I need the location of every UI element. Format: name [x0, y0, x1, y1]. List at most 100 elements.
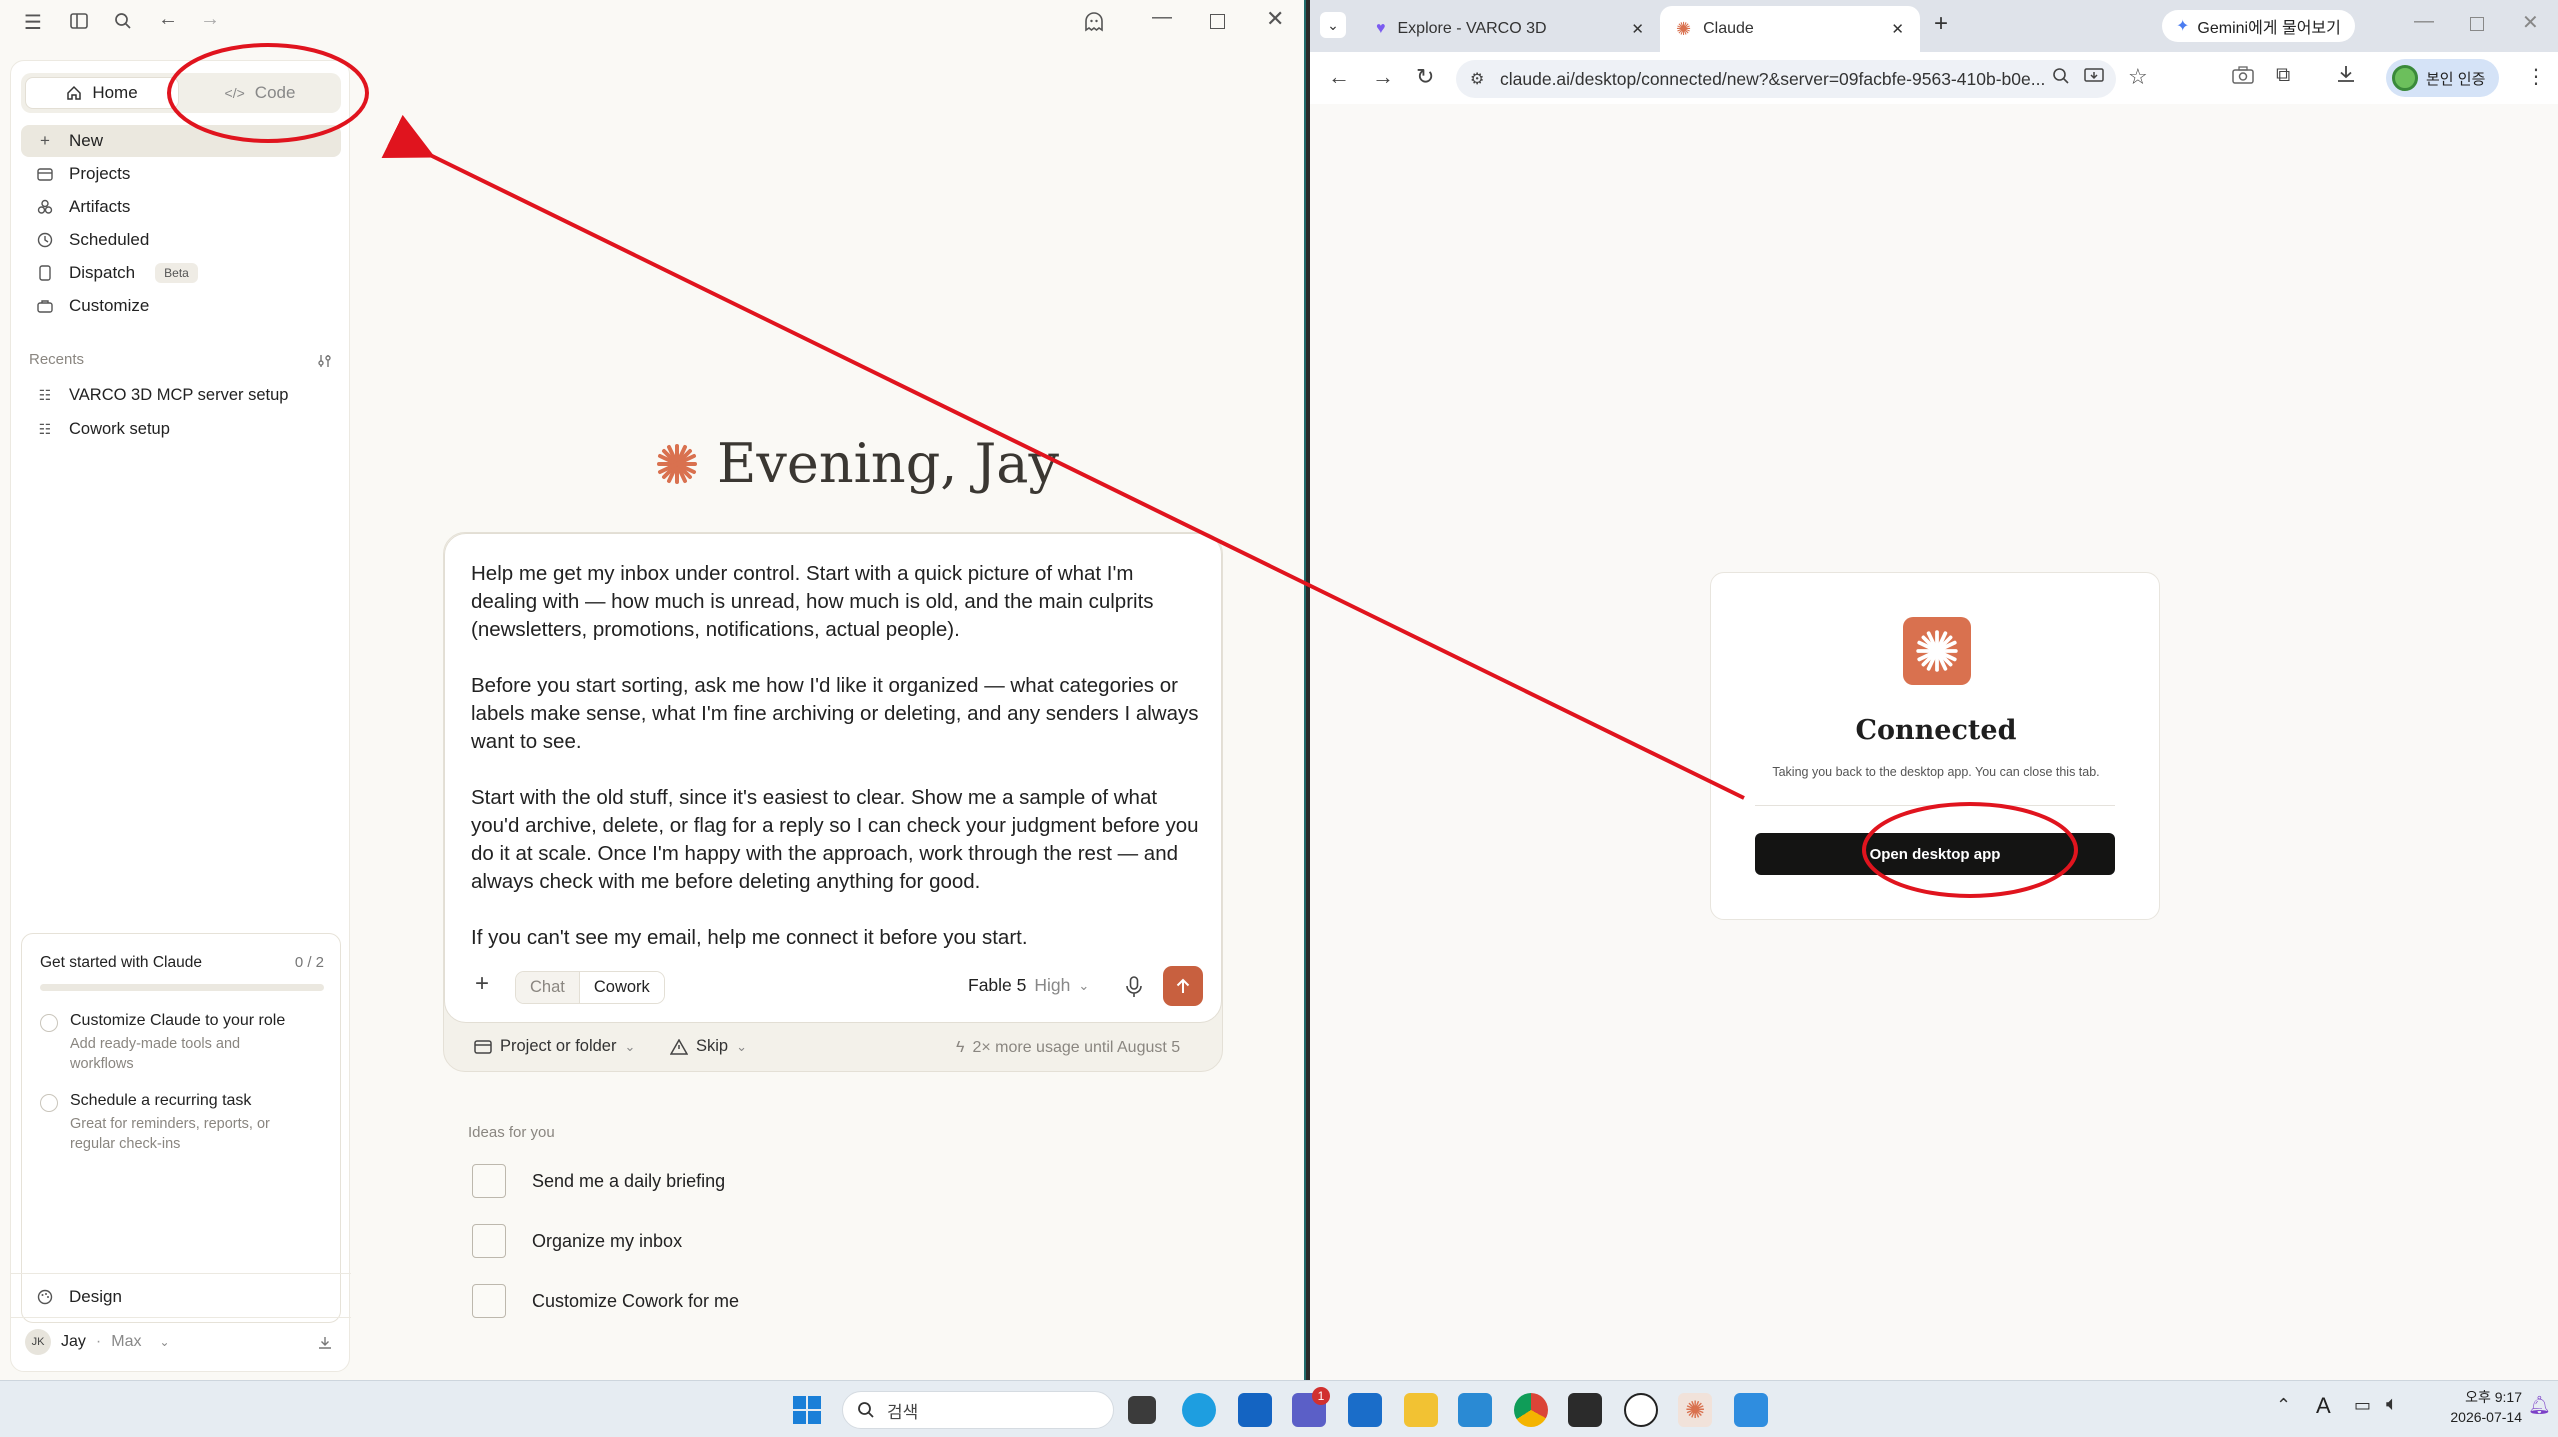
- home-icon: [67, 85, 82, 100]
- tab-close-icon[interactable]: ✕: [1631, 20, 1644, 38]
- sidebar-item-projects[interactable]: Projects: [21, 158, 341, 190]
- windows-start-icon[interactable]: [792, 1395, 822, 1425]
- network-icon[interactable]: ▭: [2354, 1395, 2371, 1416]
- chevron-down-icon: ⌄: [1078, 977, 1090, 993]
- file-explorer-icon[interactable]: [1404, 1393, 1438, 1427]
- project-folder-label: Project or folder: [500, 1037, 617, 1055]
- claude-logo-icon: [1903, 617, 1971, 685]
- briefing-icon: [472, 1164, 506, 1198]
- model-selector[interactable]: Fable 5 High ⌄: [968, 975, 1089, 996]
- skip-selector[interactable]: Skip ⌄: [670, 1037, 747, 1056]
- taskbar-search[interactable]: 검색: [842, 1391, 1114, 1429]
- idea-item[interactable]: Send me a daily briefing: [472, 1164, 725, 1198]
- sidebar-item-dispatch[interactable]: Dispatch Beta: [21, 257, 341, 289]
- prompt-input[interactable]: Help me get my inbox under control. Star…: [471, 560, 1201, 952]
- address-bar[interactable]: ⚙ claude.ai/desktop/connected/new?&serve…: [1456, 60, 2116, 98]
- ghost-icon[interactable]: [1082, 10, 1106, 34]
- idea-label: Customize Cowork for me: [532, 1290, 740, 1311]
- project-folder-selector[interactable]: Project or folder ⌄: [474, 1037, 635, 1056]
- idea-item[interactable]: Organize my inbox: [472, 1224, 682, 1258]
- ideas-heading: Ideas for you: [468, 1124, 555, 1141]
- sidebar-toggle-icon[interactable]: [70, 12, 88, 30]
- sidebar-item-scheduled[interactable]: Scheduled: [21, 224, 341, 256]
- maximize-icon[interactable]: [1210, 14, 1225, 29]
- chrome-icon[interactable]: [1514, 1393, 1548, 1427]
- bookmark-star-icon[interactable]: ☆: [2128, 64, 2148, 90]
- filter-icon[interactable]: [317, 353, 333, 369]
- forward-arrow-icon[interactable]: →: [1372, 64, 1394, 90]
- task-view-icon[interactable]: [1128, 1396, 1156, 1424]
- sidebar-item-design[interactable]: Design: [21, 1281, 341, 1313]
- zoom-icon[interactable]: [2052, 67, 2070, 85]
- search-icon: [858, 1402, 874, 1418]
- checkbox-circle[interactable]: [40, 1014, 58, 1032]
- profile-button[interactable]: 본인 인증: [2386, 59, 2500, 97]
- teams-icon[interactable]: 1: [1292, 1387, 1330, 1427]
- tab-home[interactable]: Home: [25, 77, 179, 109]
- outlook-icon[interactable]: [1348, 1393, 1382, 1427]
- add-attachment-icon[interactable]: +: [475, 970, 489, 998]
- back-arrow-icon[interactable]: ←: [158, 8, 178, 31]
- reload-icon[interactable]: ↻: [1416, 64, 1434, 90]
- store-icon[interactable]: [1238, 1393, 1272, 1427]
- download-icon[interactable]: [317, 1335, 333, 1351]
- maximize-icon[interactable]: [2470, 17, 2484, 31]
- browser-toolbar: ← → ↻ ⚙ claude.ai/desktop/connected/new?…: [1310, 52, 2558, 104]
- forward-arrow-icon[interactable]: →: [200, 8, 220, 31]
- new-tab-icon[interactable]: +: [1934, 10, 1948, 38]
- get-started-item-title[interactable]: Schedule a recurring task: [70, 1092, 251, 1110]
- close-icon[interactable]: ✕: [1266, 6, 1284, 32]
- skip-label: Skip: [696, 1037, 729, 1055]
- edge-icon[interactable]: [1182, 1393, 1216, 1427]
- search-icon[interactable]: [114, 12, 132, 30]
- tab-close-icon[interactable]: ✕: [1891, 20, 1904, 38]
- recent-item[interactable]: ☷ VARCO 3D MCP server setup: [21, 379, 341, 411]
- chevron-up-icon[interactable]: ⌃: [2276, 1395, 2291, 1416]
- extensions-icon[interactable]: ⧉: [2276, 64, 2290, 87]
- site-info-icon[interactable]: ⚙: [1470, 69, 1484, 89]
- open-desktop-app-button[interactable]: Open desktop app: [1755, 833, 2115, 875]
- microphone-icon[interactable]: [1125, 976, 1143, 998]
- gemini-button-label: Gemini에게 물어보기: [2197, 20, 2341, 37]
- install-app-icon[interactable]: [2084, 67, 2104, 85]
- terminal-icon[interactable]: [1568, 1393, 1602, 1427]
- notepad-icon[interactable]: [1734, 1393, 1768, 1427]
- avatar: [2392, 65, 2418, 91]
- back-arrow-icon[interactable]: ←: [1328, 64, 1350, 90]
- browser-tab-active[interactable]: ✺ Claude ✕: [1660, 6, 1920, 52]
- ime-indicator[interactable]: A: [2316, 1393, 2331, 1419]
- volume-icon[interactable]: 🔈︎: [2386, 1393, 2398, 1416]
- user-menu[interactable]: JK Jay · Max ⌄: [25, 1329, 170, 1355]
- sidebar-item-customize[interactable]: Customize: [21, 290, 341, 322]
- tab-code-label: Code: [254, 83, 296, 102]
- idea-item[interactable]: Customize Cowork for me: [472, 1284, 739, 1318]
- mode-cowork[interactable]: Cowork: [578, 972, 664, 1003]
- chatgpt-icon[interactable]: [1624, 1393, 1658, 1427]
- briefcase-icon: [35, 296, 55, 316]
- vscode-icon[interactable]: [1458, 1393, 1492, 1427]
- send-button[interactable]: [1163, 966, 1203, 1006]
- clock[interactable]: 오후 9:17 2026-07-14: [2426, 1387, 2522, 1427]
- camera-icon[interactable]: [2232, 66, 2254, 84]
- mode-chat[interactable]: Chat: [516, 972, 579, 1003]
- close-icon[interactable]: ✕: [2522, 10, 2539, 35]
- task-list-icon: ☷: [38, 420, 52, 437]
- notification-bell-icon[interactable]: 🔔︎: [2528, 1395, 2551, 1416]
- sidebar-item-artifacts[interactable]: Artifacts: [21, 191, 341, 223]
- sidebar-item-new[interactable]: + New: [21, 125, 341, 157]
- get-started-item-title[interactable]: Customize Claude to your role: [70, 1012, 285, 1030]
- downloads-icon[interactable]: [2336, 64, 2356, 84]
- browser-tab[interactable]: ♥ Explore - VARCO 3D ✕: [1360, 6, 1660, 52]
- minimize-icon[interactable]: —: [2414, 10, 2434, 33]
- menu-icon[interactable]: ☰: [24, 10, 42, 35]
- gemini-button[interactable]: ✦ Gemini에게 물어보기: [2162, 10, 2355, 42]
- tab-code[interactable]: </> Code: [183, 77, 337, 109]
- more-menu-icon[interactable]: ⋮: [2526, 64, 2546, 89]
- checkbox-circle[interactable]: [40, 1094, 58, 1112]
- claude-app-icon[interactable]: ✺: [1678, 1393, 1712, 1427]
- minimize-icon[interactable]: —: [1152, 6, 1172, 29]
- tab-search-icon[interactable]: ⌄: [1320, 12, 1346, 38]
- get-started-item-sub: Add ready-made tools and workflows: [70, 1036, 241, 1072]
- user-plan: Max: [111, 1333, 142, 1350]
- recent-item[interactable]: ☷ Cowork setup: [21, 413, 341, 445]
